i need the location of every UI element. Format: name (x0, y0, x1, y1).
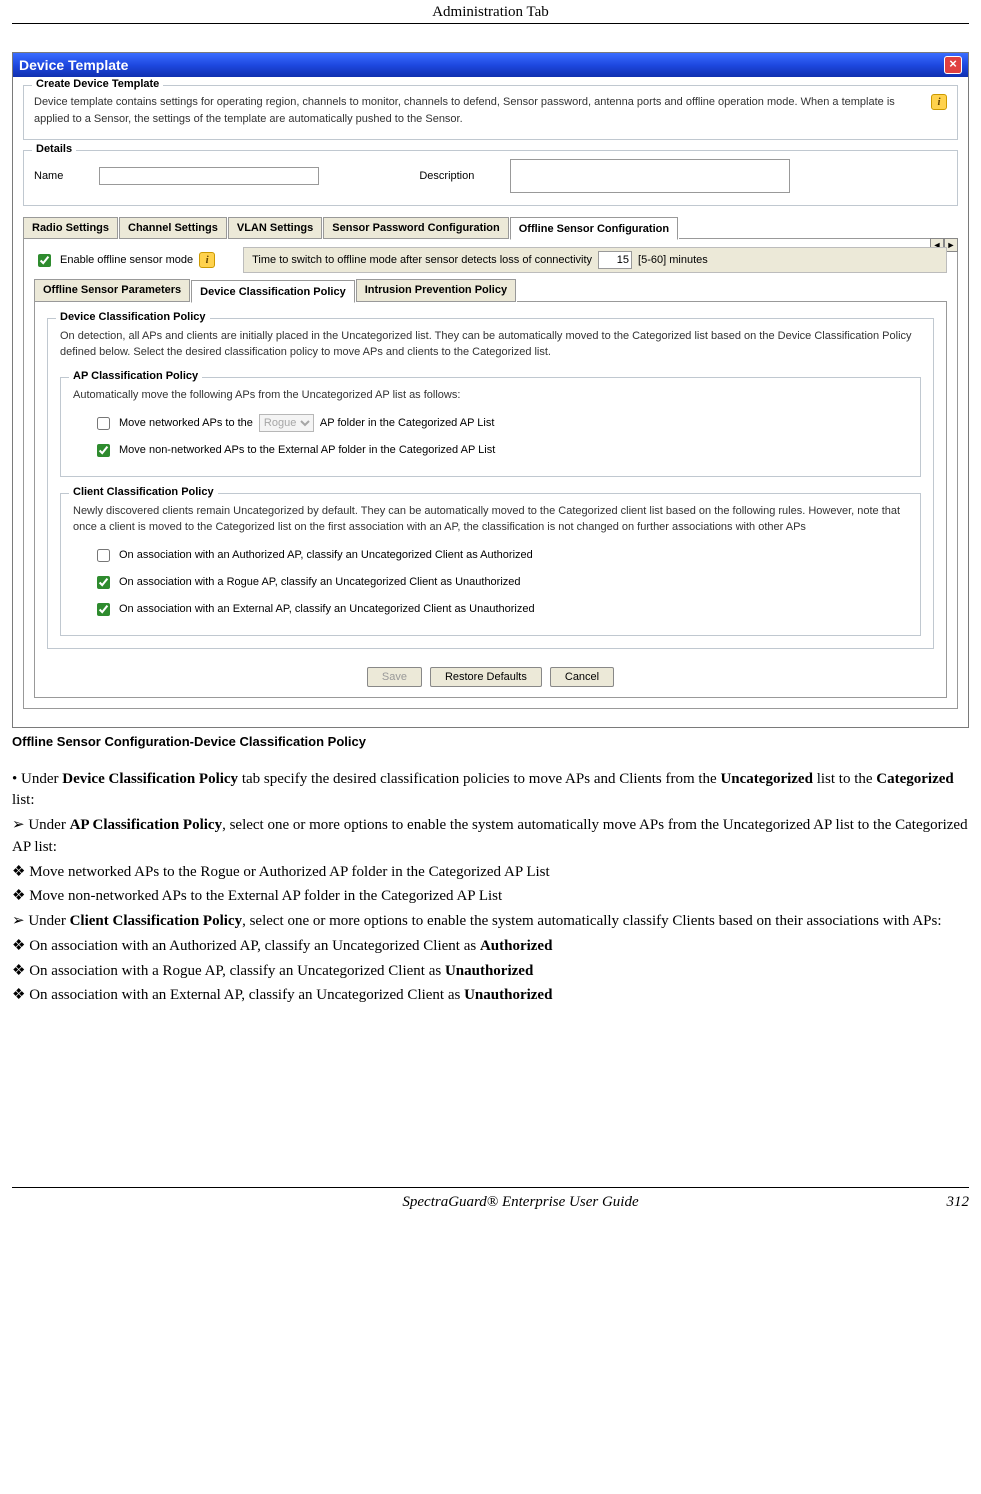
client-opt3-checkbox[interactable] (97, 603, 110, 616)
button-row: Save Restore Defaults Cancel (47, 667, 934, 687)
name-field[interactable] (99, 167, 319, 185)
restore-defaults-button[interactable]: Restore Defaults (430, 667, 542, 687)
tab-offline-sensor-config[interactable]: Offline Sensor Configuration (510, 217, 678, 240)
client-policy-intro: Newly discovered clients remain Uncatego… (73, 504, 908, 536)
tab-offline-sensor-params[interactable]: Offline Sensor Parameters (34, 279, 190, 302)
info-icon[interactable]: i (199, 252, 215, 268)
client-opt2-checkbox[interactable] (97, 576, 110, 589)
footer-title: SpectraGuard® Enterprise User Guide (132, 1194, 909, 1211)
offline-time-range: [5-60] minutes (638, 254, 708, 266)
client-policy-box: Client Classification Policy Newly disco… (60, 493, 921, 636)
doc-bullet-1: Under Device Classification Policy tab s… (12, 769, 969, 813)
offline-time-panel: Time to switch to offline mode after sen… (243, 247, 947, 273)
offline-time-stepper[interactable] (598, 251, 632, 269)
doc-bullet-5: Under Client Classification Policy, sele… (12, 911, 969, 933)
ap-opt1-checkbox[interactable] (97, 417, 110, 430)
create-template-legend: Create Device Template (32, 78, 163, 90)
doc-bullet-7: On association with a Rogue AP, classify… (12, 961, 969, 983)
offline-config-panel: Enable offline sensor mode i Time to swi… (23, 239, 958, 709)
page-footer: SpectraGuard® Enterprise User Guide 312 (12, 1187, 969, 1223)
dialog-titlebar: Device Template × (13, 53, 968, 77)
offline-time-label: Time to switch to offline mode after sen… (252, 254, 592, 266)
name-label: Name (34, 170, 63, 182)
document-body: Under Device Classification Policy tab s… (12, 769, 969, 1008)
dcp-fieldset: Device Classification Policy On detectio… (47, 318, 934, 649)
doc-bullet-8: On association with an External AP, clas… (12, 985, 969, 1007)
ap-policy-intro: Automatically move the following APs fro… (73, 388, 908, 404)
top-tabs: Radio Settings Channel Settings VLAN Set… (23, 216, 958, 239)
tab-channel-settings[interactable]: Channel Settings (119, 217, 227, 239)
create-template-desc: Device template contains settings for op… (34, 94, 921, 127)
tab-device-classification-policy[interactable]: Device Classification Policy (191, 280, 355, 303)
tab-radio-settings[interactable]: Radio Settings (23, 217, 118, 239)
client-policy-legend: Client Classification Policy (69, 486, 218, 498)
doc-bullet-2: Under AP Classification Policy, select o… (12, 815, 969, 859)
client-opt3-label: On association with an External AP, clas… (119, 603, 535, 615)
enable-offline-label: Enable offline sensor mode (60, 254, 193, 266)
ap-opt2-label: Move non-networked APs to the External A… (119, 444, 495, 456)
client-opt2-label: On association with a Rogue AP, classify… (119, 576, 521, 588)
ap-policy-box: AP Classification Policy Automatically m… (60, 377, 921, 477)
tab-vlan-settings[interactable]: VLAN Settings (228, 217, 322, 239)
footer-page-number: 312 (909, 1194, 969, 1211)
save-button[interactable]: Save (367, 667, 422, 687)
figure-caption: Offline Sensor Configuration-Device Clas… (12, 734, 969, 749)
create-template-fieldset: Create Device Template Device template c… (23, 85, 958, 140)
client-opt1-label: On association with an Authorized AP, cl… (119, 549, 533, 561)
tab-intrusion-prevention-policy[interactable]: Intrusion Prevention Policy (356, 279, 516, 302)
details-fieldset: Details Name Description (23, 150, 958, 206)
details-legend: Details (32, 143, 76, 155)
ap-opt1-select[interactable]: Rogue (259, 414, 314, 432)
tab-sensor-password[interactable]: Sensor Password Configuration (323, 217, 508, 239)
dcp-desc: On detection, all APs and clients are in… (60, 329, 921, 361)
doc-bullet-6: On association with an Authorized AP, cl… (12, 936, 969, 958)
description-field[interactable] (510, 159, 790, 193)
ap-policy-legend: AP Classification Policy (69, 370, 202, 382)
dcp-legend: Device Classification Policy (56, 311, 210, 323)
doc-bullet-3: Move networked APs to the Rogue or Autho… (12, 862, 969, 884)
doc-bullet-4: Move non-networked APs to the External A… (12, 886, 969, 908)
dcp-panel: Device Classification Policy On detectio… (34, 302, 947, 698)
ap-opt2-checkbox[interactable] (97, 444, 110, 457)
description-label: Description (419, 170, 474, 182)
enable-offline-checkbox[interactable] (38, 254, 51, 267)
ap-opt1-pre: Move networked APs to the (119, 417, 253, 429)
sub-tabs: Offline Sensor Parameters Device Classif… (34, 279, 947, 302)
dialog-title: Device Template (19, 57, 128, 73)
cancel-button[interactable]: Cancel (550, 667, 614, 687)
page-header: Administration Tab (12, 0, 969, 24)
ap-opt1-post: AP folder in the Categorized AP List (320, 417, 494, 429)
close-icon[interactable]: × (944, 56, 962, 74)
client-opt1-checkbox[interactable] (97, 549, 110, 562)
device-template-dialog: Device Template × Create Device Template… (12, 52, 969, 728)
info-icon[interactable]: i (931, 94, 947, 110)
